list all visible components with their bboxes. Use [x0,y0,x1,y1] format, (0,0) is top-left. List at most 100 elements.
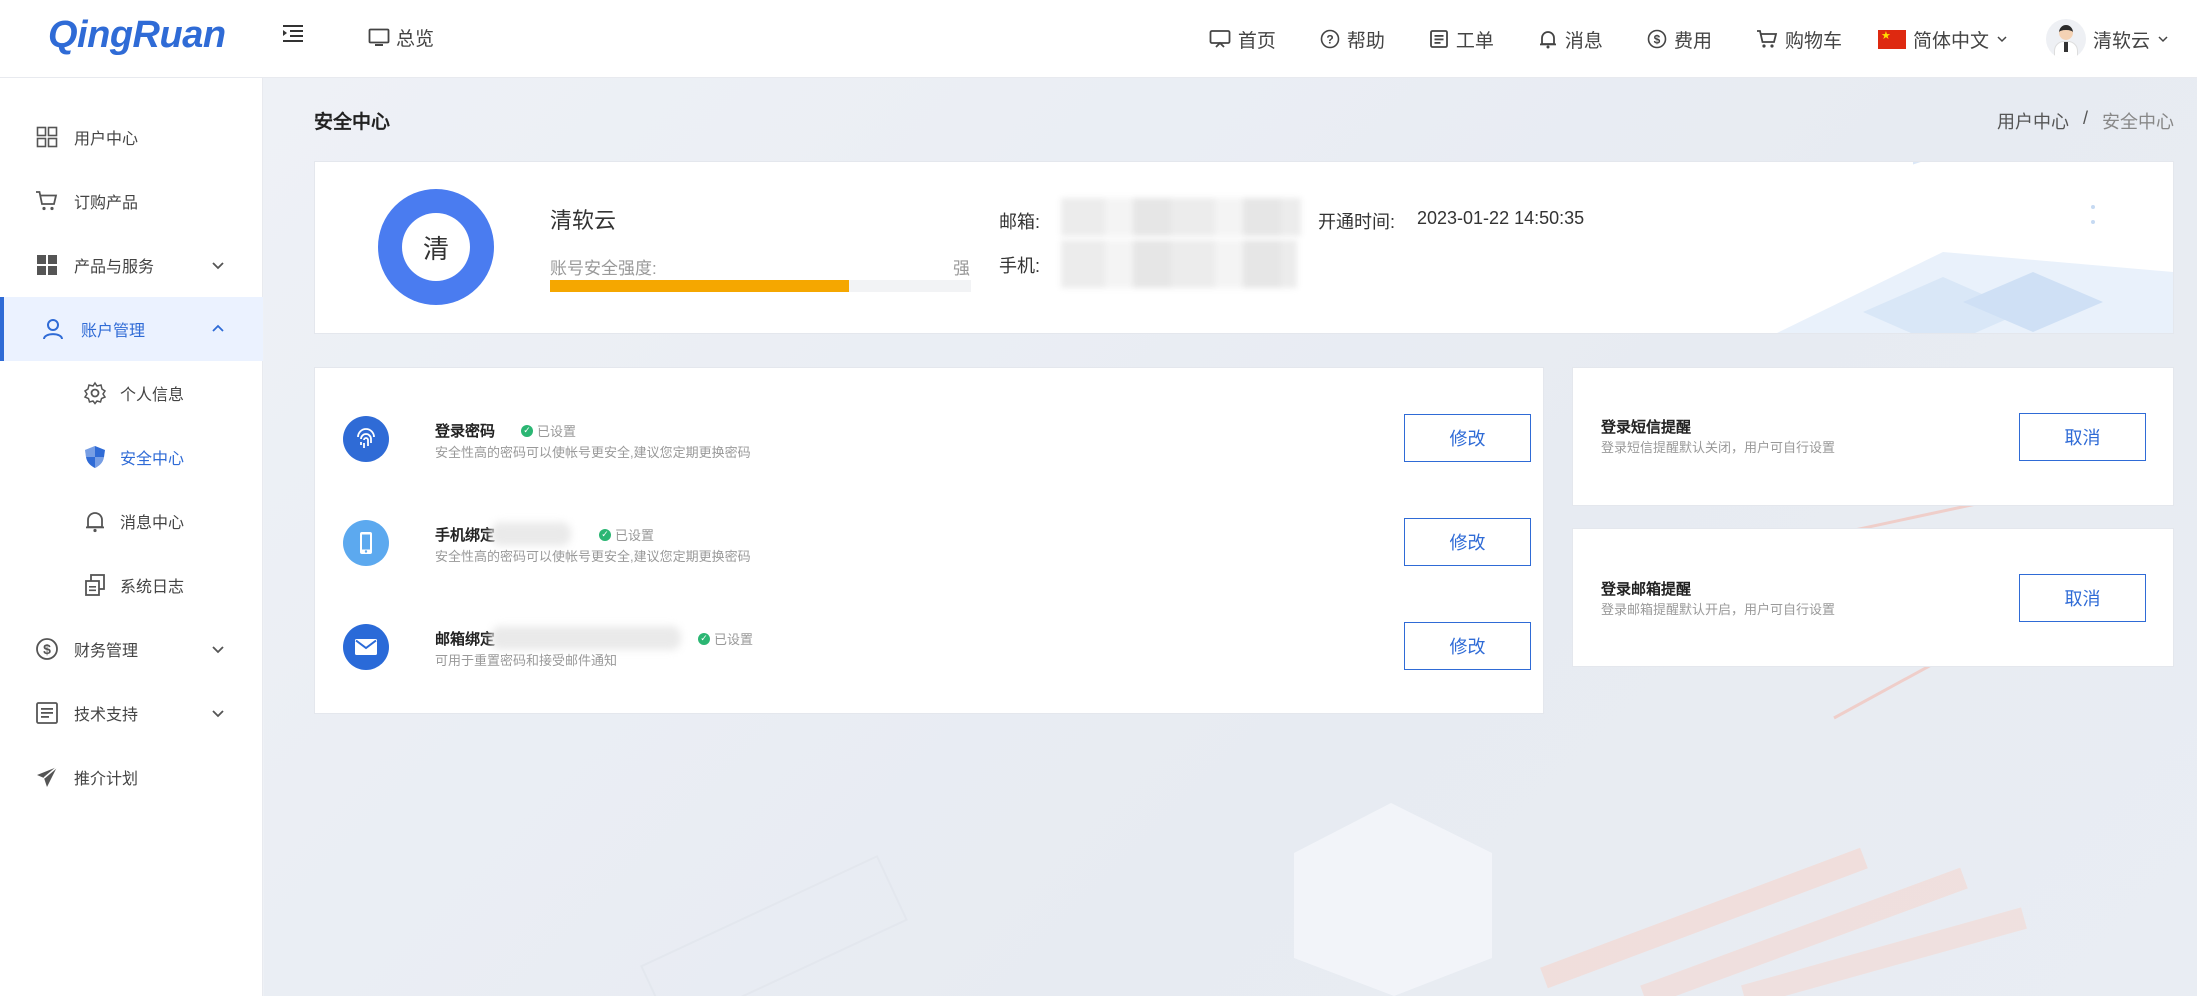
item-title: 手机绑定 [435,527,496,544]
chevron-up-icon [212,324,224,332]
user-menu[interactable]: 清软云 [2045,19,2169,59]
server-illustration [1777,162,2173,333]
overview-label: 总览 [396,29,435,50]
modify-phone-button[interactable]: 修改 [1404,518,1531,566]
top-header: QingRuan 总览 首页 ? 帮助 工单 消息 $ 费用 购物车 ★ 简体中… [0,0,2197,78]
sidebar-item-label: 个人信息 [120,387,185,404]
nav-label: 帮助 [1346,30,1385,52]
breadcrumb: 用户中心 / 安全中心 [1997,108,2174,134]
sidebar-item-security-center[interactable]: 安全中心 [0,425,263,489]
sidebar-item-label: 用户中心 [74,131,139,148]
email-masked [491,626,681,650]
logo[interactable]: QingRuan [48,14,226,57]
chevron-down-icon [212,262,224,270]
svg-text:?: ? [1326,33,1333,47]
check-icon: ✓ [599,528,611,541]
page-title: 安全中心 [314,112,391,133]
modify-email-button[interactable]: 修改 [1404,622,1531,670]
sidebar-item-referral[interactable]: 推介计划 [0,745,263,809]
nav-billing[interactable]: $ 费用 [1647,26,1712,53]
item-title: 登录短信提醒 [1601,419,1692,436]
nav-label: 首页 [1237,30,1276,52]
bell-icon [1539,31,1556,49]
sidebar-item-label: 订购产品 [74,195,139,212]
item-description: 可用于重置密码和接受邮件通知 [435,653,618,668]
check-icon: ✓ [521,424,533,437]
sidebar-item-account-management[interactable]: 账户管理 [0,297,263,361]
username: 清软云 [2092,30,2150,52]
document-icon [36,702,58,724]
grid-icon [36,126,58,148]
email-masked [1061,198,1301,236]
phone-icon [343,520,389,566]
modify-password-button[interactable]: 修改 [1404,414,1531,462]
user-icon [43,319,63,340]
item-description: 安全性高的密码可以使帐号更安全,建议您定期更换密码 [435,445,751,460]
sms-notification-card: 登录短信提醒 登录短信提醒默认关闭，用户可自行设置 取消 [1572,367,2174,506]
breadcrumb-item[interactable]: 用户中心 [1997,108,2069,134]
mail-icon [343,624,389,670]
sidebar-item-label: 系统日志 [120,579,185,596]
menu-collapse-button[interactable] [282,22,308,52]
item-description: 登录邮箱提醒默认开启，用户可自行设置 [1601,602,1836,617]
list-item: 登录密码 ✓ 已设置 安全性高的密码可以使帐号更安全,建议您定期更换密码 修改 [343,406,1531,476]
item-title: 登录密码 [435,423,496,440]
sidebar-item-personal-info[interactable]: 个人信息 [0,361,263,425]
overview-link[interactable]: 总览 [368,24,434,51]
sidebar-item-label: 推介计划 [74,771,139,788]
sidebar-item-label: 消息中心 [120,515,185,532]
profile-card: 清 清软云 账号安全强度: 强 邮箱: 手机: 开通时间: 2023-01-22… [314,161,2174,334]
nav-home[interactable]: 首页 [1209,26,1276,53]
item-description: 登录短信提醒默认关闭，用户可自行设置 [1601,440,1836,455]
phone-masked [491,522,571,546]
sidebar-item-user-center[interactable]: 用户中心 [0,105,263,169]
monitor-icon [368,28,390,46]
check-icon: ✓ [698,632,710,645]
open-time-label: 开通时间: [1318,212,1396,232]
chevron-down-icon [212,710,224,718]
email-label: 邮箱: [999,212,1041,232]
open-time-value: 2023-01-22 14:50:35 [1417,208,1585,228]
profile-avatar-ring: 清 [378,189,494,305]
profile-name: 清软云 [550,208,617,233]
sidebar-item-label: 产品与服务 [74,259,155,276]
cart-icon [1756,30,1778,48]
security-strength-level: 强 [953,259,970,278]
nav-label: 工单 [1455,30,1494,52]
breadcrumb-separator: / [2082,108,2088,128]
nav-label: 购物车 [1784,30,1842,52]
phone-label: 手机: [999,256,1041,276]
sidebar-item-system-log[interactable]: 系统日志 [0,553,263,617]
language-label: 简体中文 [1912,30,1989,52]
fingerprint-icon [343,416,389,462]
cancel-email-notification-button[interactable]: 取消 [2019,574,2146,622]
sidebar: 用户中心 订购产品 产品与服务 账户管理 个人信息 安全中心 消息中心 系统日志… [0,78,263,996]
dollar-icon: $ [1647,29,1667,49]
sidebar-item-message-center[interactable]: 消息中心 [0,489,263,553]
sidebar-item-order-products[interactable]: 订购产品 [0,169,263,233]
security-settings-card: 登录密码 ✓ 已设置 安全性高的密码可以使帐号更安全,建议您定期更换密码 修改 … [314,367,1544,714]
svg-text:$: $ [43,641,51,657]
cancel-sms-notification-button[interactable]: 取消 [2019,413,2146,461]
chevron-down-icon [2158,36,2168,43]
nav-label: 费用 [1673,30,1712,52]
home-icon [1209,30,1231,48]
nav-label: 消息 [1564,30,1603,52]
sidebar-item-tech-support[interactable]: 技术支持 [0,681,263,745]
svg-text:$: $ [1654,33,1661,47]
sidebar-item-finance[interactable]: $ 财务管理 [0,617,263,681]
paper-plane-icon [37,766,58,787]
profile-avatar: 清 [402,213,470,281]
nav-help[interactable]: ? 帮助 [1320,26,1385,53]
security-strength-label: 账号安全强度: [550,259,657,278]
nav-messages[interactable]: 消息 [1538,26,1603,53]
list-item: 邮箱绑定 ✓ 已设置 可用于重置密码和接受邮件通知 修改 [343,614,1531,684]
nav-ticket[interactable]: 工单 [1429,26,1494,53]
china-flag-icon [1877,29,1906,49]
chevron-down-icon [1997,36,2007,43]
sidebar-item-label: 安全中心 [120,451,185,468]
nav-cart[interactable]: 购物车 [1756,26,1842,53]
language-select[interactable]: 简体中文 [1877,26,2008,53]
sidebar-item-products-services[interactable]: 产品与服务 [0,233,263,297]
phone-masked [1061,240,1297,288]
